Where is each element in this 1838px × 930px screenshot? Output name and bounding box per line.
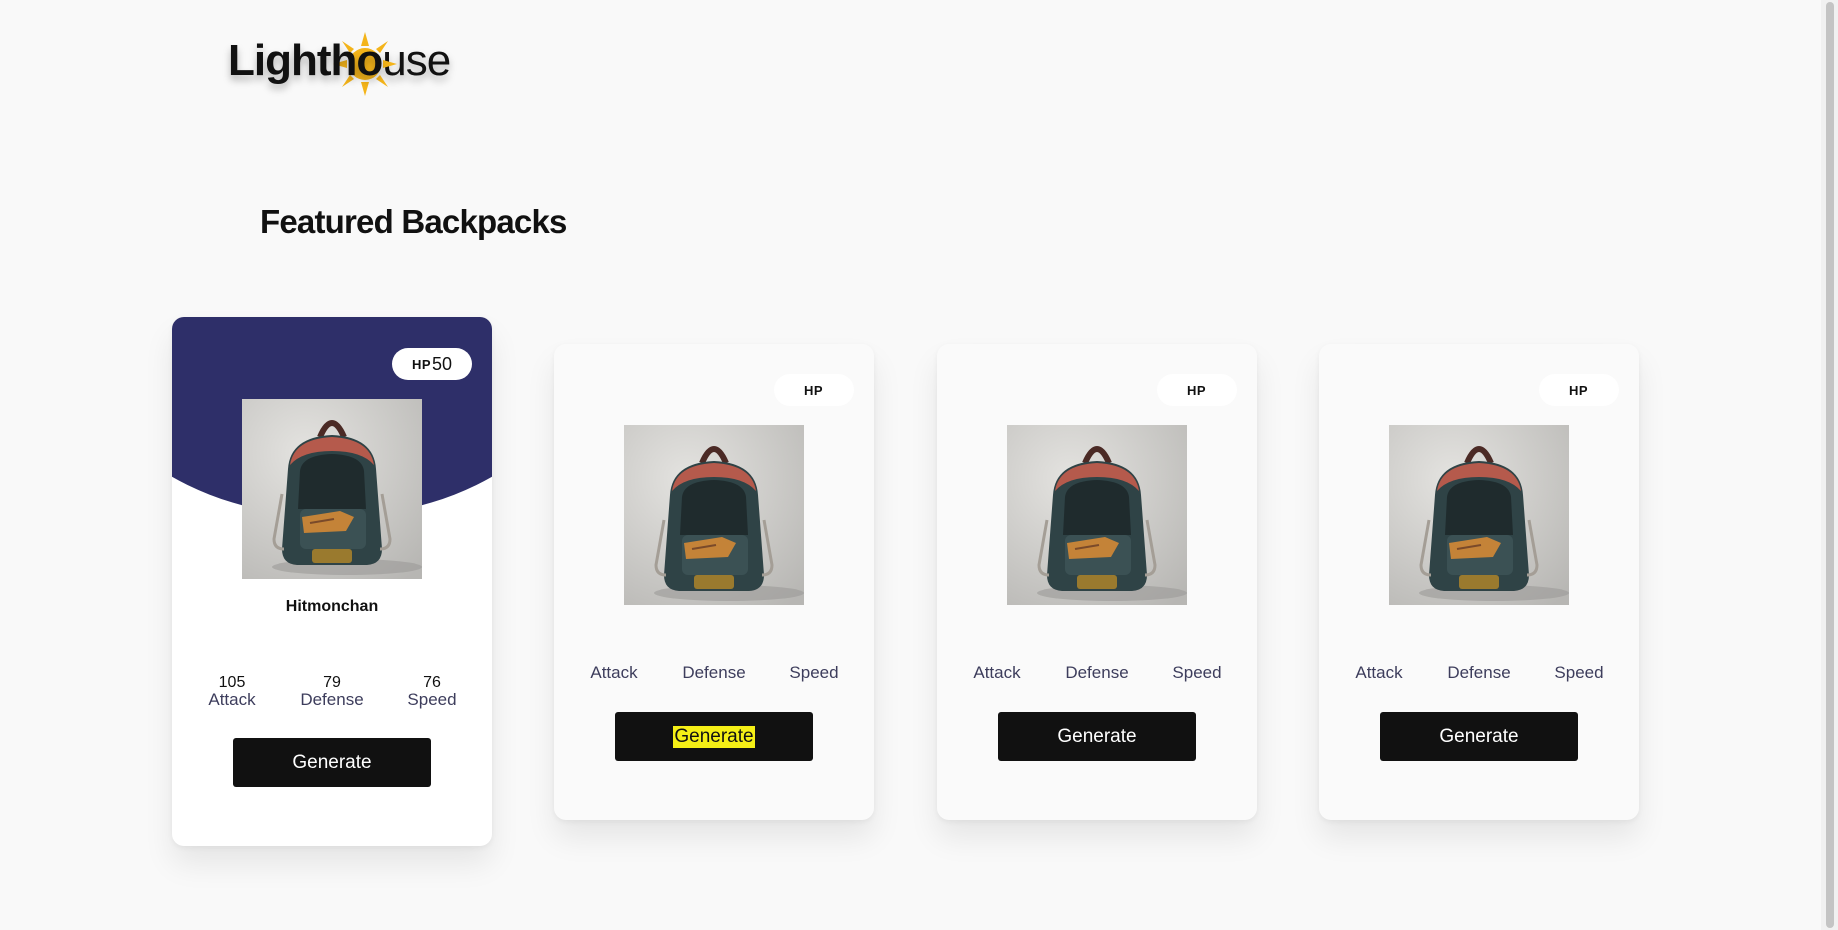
stat-label: Speed xyxy=(1172,663,1222,682)
stat-attack: 105 Attack xyxy=(192,675,272,709)
stat-speed: Speed xyxy=(1539,664,1619,682)
stat-label: Speed xyxy=(789,663,839,682)
stat-label: Attack xyxy=(208,690,256,709)
stat-speed: 76 Speed xyxy=(392,675,472,709)
stat-label: Speed xyxy=(1554,663,1604,682)
hp-label: HP xyxy=(1186,382,1207,398)
backpack-card-featured[interactable]: HP 50 Hitmonchan 105 Attack 79 Defense 7… xyxy=(172,317,492,846)
stat-label: Defense xyxy=(300,690,364,709)
stats-row: 105 Attack 79 Defense 76 Speed xyxy=(172,675,492,709)
stat-defense: Defense xyxy=(674,664,754,682)
stat-value: 105 xyxy=(218,674,246,691)
stat-label: Defense xyxy=(1065,663,1129,682)
vertical-scrollbar[interactable] xyxy=(1821,0,1838,930)
stat-label: Defense xyxy=(682,663,746,682)
backpack-card[interactable]: HP Attack Defense Speed Generate xyxy=(937,344,1257,820)
stat-label: Attack xyxy=(973,663,1021,682)
stats-row: Attack Defense Speed xyxy=(554,664,874,682)
backpack-card[interactable]: HP Attack Defense Speed Generate xyxy=(554,344,874,820)
backpack-card[interactable]: HP Attack Defense Speed Generate xyxy=(1319,344,1639,820)
backpack-image xyxy=(1007,425,1187,605)
stat-value: 79 xyxy=(323,674,341,691)
generate-button[interactable]: Generate xyxy=(998,712,1196,761)
generate-button[interactable]: Generate xyxy=(233,738,431,787)
stat-label: Attack xyxy=(1355,663,1403,682)
hp-badge: HP xyxy=(1539,374,1619,406)
logo-text-ho: ho xyxy=(330,36,384,85)
stat-label: Speed xyxy=(407,690,457,709)
stat-defense: 79 Defense xyxy=(292,675,372,709)
backpack-image xyxy=(1389,425,1569,605)
hp-badge: HP xyxy=(774,374,854,406)
generate-button[interactable]: Generate xyxy=(1380,712,1578,761)
stat-label: Attack xyxy=(590,663,638,682)
generate-button-label-highlighted: Generate xyxy=(673,725,755,748)
page: Light house Featured Backpacks HP 50 Hit… xyxy=(0,0,1838,930)
scrollbar-thumb[interactable] xyxy=(1826,2,1834,928)
backpack-image xyxy=(242,399,422,579)
stats-row: Attack Defense Speed xyxy=(1319,664,1639,682)
stats-row: Attack Defense Speed xyxy=(937,664,1257,682)
logo-sun-wrap: ho xyxy=(330,32,397,96)
stat-defense: Defense xyxy=(1057,664,1137,682)
stat-attack: Attack xyxy=(1339,664,1419,682)
stat-defense: Defense xyxy=(1439,664,1519,682)
hp-value: 50 xyxy=(432,353,453,374)
stat-speed: Speed xyxy=(1157,664,1237,682)
hp-label: HP xyxy=(411,356,432,372)
stat-label: Defense xyxy=(1447,663,1511,682)
hp-label: HP xyxy=(803,382,824,398)
card-name: Hitmonchan xyxy=(285,598,379,615)
hp-label: HP xyxy=(1568,382,1589,398)
generate-button[interactable]: Generate xyxy=(615,712,813,761)
backpack-image xyxy=(624,425,804,605)
stat-attack: Attack xyxy=(574,664,654,682)
logo-text-light: Light xyxy=(228,36,332,85)
section-title: Featured Backpacks xyxy=(260,203,567,240)
hp-badge: HP xyxy=(1157,374,1237,406)
stat-speed: Speed xyxy=(774,664,854,682)
hp-badge: HP 50 xyxy=(392,348,472,380)
stat-value: 76 xyxy=(423,674,441,691)
logo[interactable]: Light house xyxy=(228,32,451,96)
stat-attack: Attack xyxy=(957,664,1037,682)
